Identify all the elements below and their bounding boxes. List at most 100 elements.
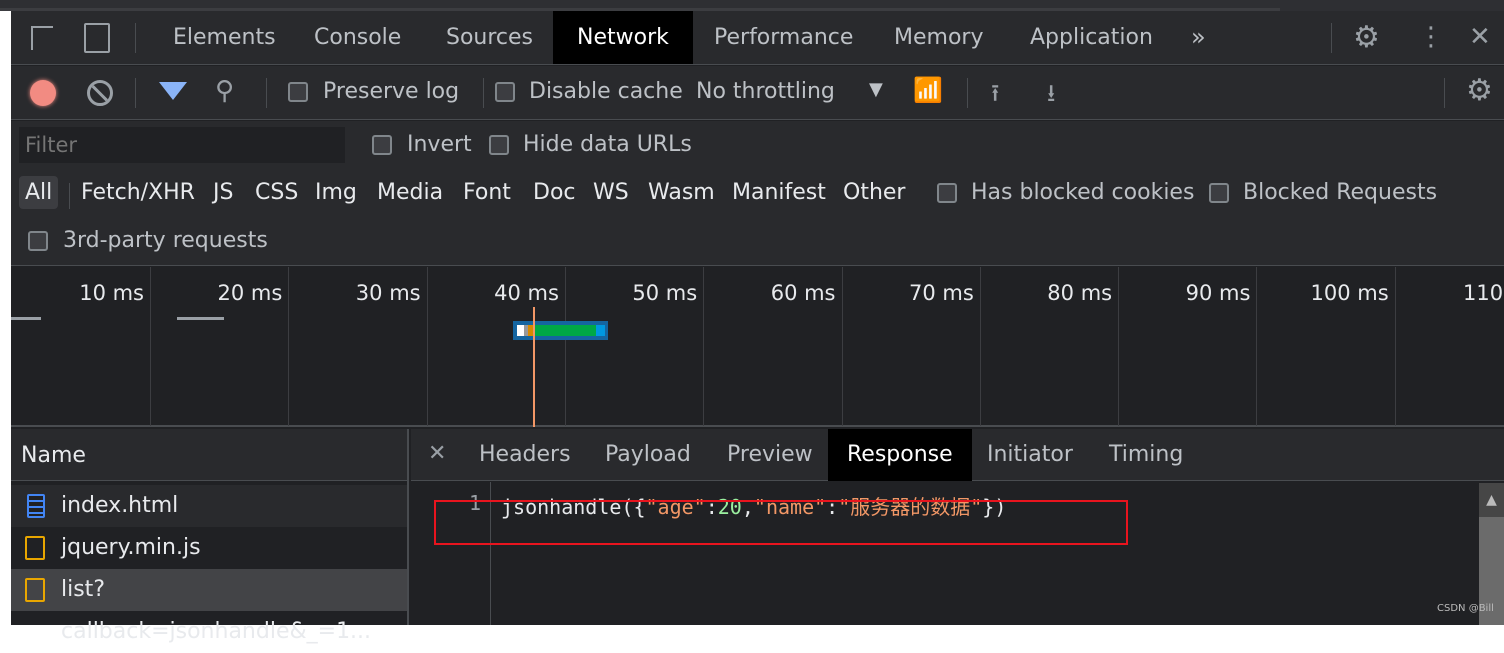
inspect-element-icon[interactable]: [31, 26, 53, 50]
request-name: jquery.min.js: [61, 535, 201, 560]
tick-label: 50 ms: [632, 281, 698, 305]
preserve-log-label: Preserve log: [323, 79, 460, 104]
more-options-icon[interactable]: ⋮: [1418, 11, 1444, 64]
import-har-icon[interactable]: ⭱: [991, 76, 999, 117]
type-filter-css[interactable]: CSS: [255, 180, 298, 205]
window-top-strip: [0, 0, 1504, 11]
tab-initiator[interactable]: Initiator: [987, 429, 1073, 481]
blocked-requests-checkbox[interactable]: [1209, 183, 1229, 203]
chevron-down-icon[interactable]: ▼: [869, 79, 883, 100]
request-row[interactable]: jquery.min.js: [11, 527, 407, 569]
tab-timing[interactable]: Timing: [1109, 429, 1183, 481]
tick-label: 60 ms: [770, 281, 836, 305]
script-icon: [25, 536, 45, 560]
type-filter-media[interactable]: Media: [377, 180, 443, 205]
request-row[interactable]: index.html: [11, 485, 407, 527]
search-icon[interactable]: ⚲: [215, 76, 234, 106]
grid-line: [1118, 267, 1120, 426]
hide-data-urls-checkbox[interactable]: [489, 135, 509, 155]
type-filter-all[interactable]: All: [19, 176, 59, 209]
timeline-overview[interactable]: 10 ms 20 ms 30 ms 40 ms 50 ms 60 ms 70 ms 80 ms…: [11, 267, 1504, 427]
main-tab-bar: Elements Console Sources Network Perform…: [11, 11, 1504, 65]
third-party-checkbox[interactable]: [28, 231, 48, 251]
tab-console[interactable]: Console: [314, 11, 401, 64]
third-party-label: 3rd-party requests: [63, 228, 268, 253]
export-har-icon[interactable]: ⭳: [1047, 76, 1055, 117]
invert-label: Invert: [407, 132, 472, 157]
tab-preview[interactable]: Preview: [727, 429, 813, 481]
has-blocked-cookies-checkbox[interactable]: [937, 183, 957, 203]
tab-elements[interactable]: Elements: [173, 11, 276, 64]
tick-label: 40 ms: [494, 281, 559, 305]
throttling-select[interactable]: No throttling: [696, 79, 835, 104]
device-toggle-icon[interactable]: [84, 23, 110, 53]
tick-label: 90 ms: [1185, 281, 1251, 305]
hide-data-urls-label: Hide data URLs: [523, 132, 692, 157]
tick-label: 100 ms: [1310, 281, 1389, 305]
grid-line: [288, 267, 290, 426]
type-filter-img[interactable]: Img: [315, 180, 357, 205]
more-tabs-icon[interactable]: »: [1191, 11, 1206, 64]
settings-icon[interactable]: ⚙: [1353, 11, 1380, 64]
watermark: CSDN @Bill: [1437, 603, 1494, 614]
request-name: index.html: [61, 493, 179, 518]
grid-line: [426, 267, 428, 426]
preserve-log-checkbox[interactable]: [288, 82, 308, 102]
type-filter-doc[interactable]: Doc: [533, 180, 576, 205]
type-filter-ws[interactable]: WS: [593, 180, 629, 205]
tab-memory[interactable]: Memory: [894, 11, 983, 64]
tick-label: 30 ms: [355, 281, 421, 305]
tab-headers[interactable]: Headers: [479, 429, 571, 481]
disable-cache-checkbox[interactable]: [495, 82, 515, 102]
tab-sources[interactable]: Sources: [446, 11, 533, 64]
tab-application[interactable]: Application: [1030, 11, 1153, 64]
grid-line: [841, 267, 843, 426]
timeline-mark: [11, 317, 41, 320]
grid-line: [703, 267, 705, 426]
request-name: list?callback=jsonhandle&_=1...: [61, 577, 372, 644]
tab-response[interactable]: Response: [828, 429, 972, 481]
grid-line: [979, 267, 981, 426]
tick-label: 20 ms: [217, 281, 283, 305]
network-settings-icon[interactable]: ⚙: [1466, 73, 1493, 108]
grid-line: [564, 267, 566, 426]
close-icon[interactable]: ✕: [1469, 11, 1491, 64]
type-filter-manifest[interactable]: Manifest: [732, 180, 826, 205]
tab-network[interactable]: Network: [553, 11, 693, 64]
close-detail-icon[interactable]: ✕: [428, 441, 446, 466]
tick-label: 10 ms: [79, 281, 144, 305]
type-filter-other[interactable]: Other: [843, 180, 905, 205]
grid-line: [1256, 267, 1258, 426]
script-icon: [25, 578, 45, 602]
load-event-marker: [533, 307, 535, 427]
name-column-header[interactable]: Name: [21, 443, 86, 468]
blocked-requests-label: Blocked Requests: [1243, 180, 1438, 205]
tick-label: 110 ms: [1463, 281, 1504, 305]
network-toolbar: ⚲ Preserve log Disable cache No throttli…: [11, 66, 1504, 120]
type-filter-fetchxhr[interactable]: Fetch/XHR: [81, 180, 195, 205]
network-conditions-icon[interactable]: 📶: [913, 76, 943, 104]
filter-bar: Invert Hide data URLs All Fetch/XHR JS CSS I…: [11, 121, 1504, 266]
devtools: Elements Console Sources Network Perform…: [11, 11, 1504, 644]
tick-label: 80 ms: [1047, 281, 1113, 305]
timeline-mark: [177, 317, 224, 320]
grid-line: [1394, 267, 1396, 426]
has-blocked-cookies-label: Has blocked cookies: [971, 180, 1195, 205]
tab-performance[interactable]: Performance: [714, 11, 853, 64]
filter-icon[interactable]: [159, 82, 187, 100]
tick-label: 70 ms: [909, 281, 974, 305]
invert-checkbox[interactable]: [372, 135, 392, 155]
highlight-box: [434, 500, 1128, 545]
type-filter-js[interactable]: JS: [213, 180, 233, 205]
grid-line: [150, 267, 151, 426]
type-filter-font[interactable]: Font: [463, 180, 511, 205]
tab-payload[interactable]: Payload: [605, 429, 691, 481]
filter-input[interactable]: [19, 127, 345, 163]
disable-cache-label: Disable cache: [529, 79, 683, 104]
clear-icon[interactable]: [87, 80, 113, 106]
document-icon: [27, 494, 45, 518]
request-waterfall-bar: [513, 321, 608, 340]
type-filter-wasm[interactable]: Wasm: [648, 180, 715, 205]
record-button[interactable]: [30, 80, 56, 106]
request-row-selected[interactable]: list?callback=jsonhandle&_=1...: [11, 569, 407, 644]
